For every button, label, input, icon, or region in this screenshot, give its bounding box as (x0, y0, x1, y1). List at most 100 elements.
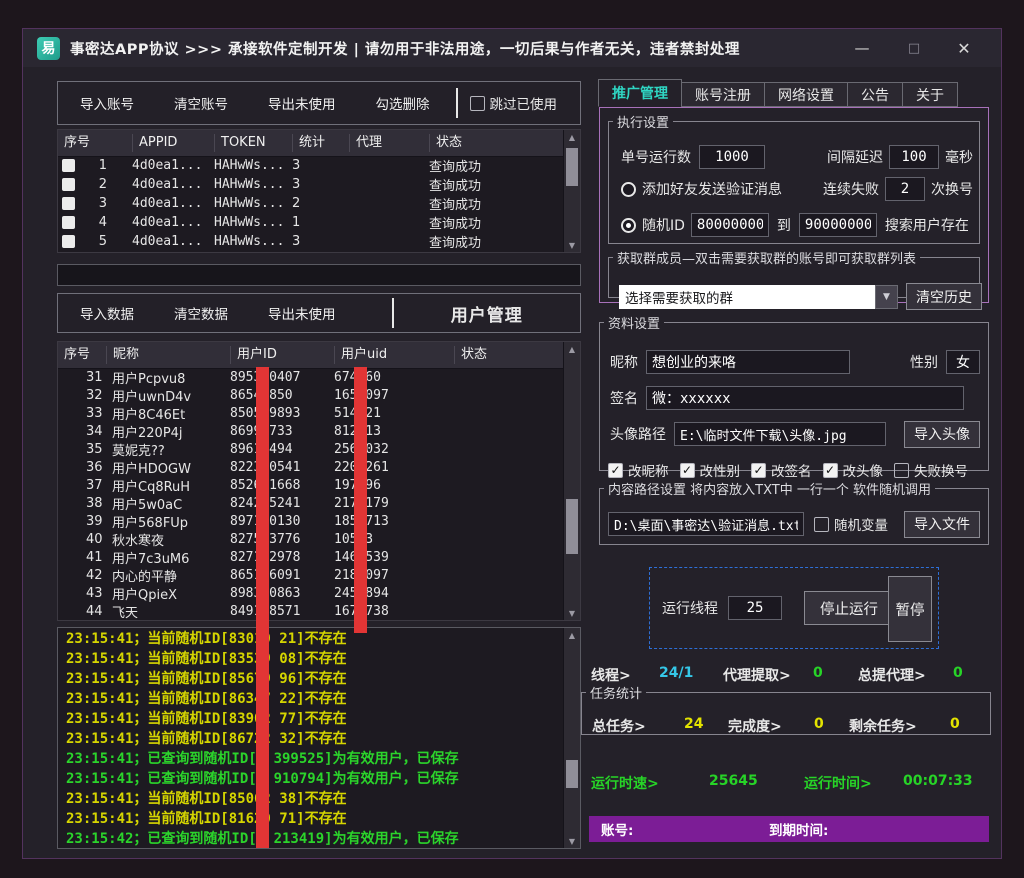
scroll-up-icon[interactable]: ▲ (564, 342, 580, 356)
row-checkbox[interactable] (62, 178, 75, 191)
column-header[interactable]: APPID (132, 134, 214, 152)
account-row[interactable]: 2 4d0ea1... HAHwWs... 3 查询成功 (58, 175, 563, 194)
skip-used-checkbox[interactable]: 跳过已使用 (470, 93, 558, 113)
profile-checkbox-0[interactable]: ✓ 改昵称 (608, 460, 669, 480)
random-to-input[interactable] (799, 213, 877, 237)
profile-checkbox-3[interactable]: ✓ 改头像 (823, 460, 884, 480)
user-row[interactable]: 36 用户HDOGW 8223 0541 220 261 (58, 458, 563, 476)
minimize-button[interactable]: — (847, 29, 877, 67)
import-avatar-button[interactable]: 导入头像 (904, 421, 980, 448)
random-from-input[interactable] (691, 213, 769, 237)
user-row[interactable]: 32 用户uwnD4v 8654 850 165 097 (58, 386, 563, 404)
tab-0[interactable]: 推广管理 (598, 79, 682, 107)
column-header[interactable]: TOKEN (214, 134, 292, 152)
progress-field[interactable] (57, 264, 581, 286)
scroll-up-icon[interactable]: ▲ (564, 130, 580, 144)
column-header[interactable]: 状态 (454, 346, 563, 364)
user-row[interactable]: 40 秋水寒夜 8275 3776 105 3 (58, 530, 563, 548)
accounts-button-2[interactable]: 导出未使用 (268, 93, 336, 113)
column-header[interactable]: 用户ID (230, 346, 334, 364)
group-select[interactable]: 选择需要获取的群 (619, 285, 875, 309)
user-row[interactable]: 39 用户568FUp 8971 0130 185 713 (58, 512, 563, 530)
random-id-radio[interactable] (621, 218, 636, 233)
thread-count-input[interactable] (728, 596, 782, 620)
profile-checkbox-1[interactable]: ✓ 改性别 (680, 460, 741, 480)
random-var-checkbox[interactable]: 随机变量 (814, 514, 888, 534)
column-header[interactable]: 代理 (349, 134, 429, 152)
titlebar[interactable]: 易 事密达APP协议 >>> 承接软件定制开发 | 请勿用于非法用途，一切后果与… (23, 29, 1001, 67)
user-row[interactable]: 41 用户7c3uM6 8271 2978 146 539 (58, 548, 563, 566)
user-row[interactable]: 38 用户5w0aC 8242 5241 217 179 (58, 494, 563, 512)
fail-count-input[interactable] (885, 177, 925, 201)
account-row[interactable]: 5 4d0ea1... HAHwWs... 3 查询成功 (58, 232, 563, 251)
user-row[interactable]: 35 莫妮克?? 8961 494 256 032 (58, 440, 563, 458)
close-button[interactable]: ✕ (949, 29, 979, 67)
account-row[interactable]: 4 4d0ea1... HAHwWs... 1 查询成功 (58, 213, 563, 232)
log-scrollbar[interactable]: ▲ ▼ (563, 628, 580, 848)
users-button-2[interactable]: 导出未使用 (268, 303, 336, 323)
log-output[interactable]: 23:15:41；当前随机ID[83010 21]不存在23:15:41；当前随… (57, 627, 581, 849)
user-row[interactable]: 44 飞天 8491 8571 167 738 (58, 602, 563, 620)
dropdown-arrow-icon[interactable]: ▼ (875, 285, 898, 309)
row-checkbox[interactable] (62, 159, 75, 172)
row-checkbox[interactable] (62, 216, 75, 229)
user-row[interactable]: 42 内心的平静 8651 6091 218 097 (58, 566, 563, 584)
accounts-scrollbar[interactable]: ▲ ▼ (563, 130, 580, 252)
checkbox-icon[interactable] (814, 517, 829, 532)
tab-2[interactable]: 网络设置 (764, 82, 848, 107)
account-row[interactable]: 3 4d0ea1... HAHwWs... 2 查询成功 (58, 194, 563, 213)
checkbox-icon[interactable] (470, 96, 485, 111)
user-row[interactable]: 37 用户Cq8RuH 8526 1668 197 96 (58, 476, 563, 494)
accounts-button-3[interactable]: 勾选删除 (376, 93, 430, 113)
profile-checkbox-2[interactable]: ✓ 改签名 (751, 460, 812, 480)
user-row[interactable]: 31 用户Pcpvu8 8953 0407 674 60 (58, 368, 563, 386)
users-scrollbar[interactable]: ▲ ▼ (563, 342, 580, 620)
scroll-track[interactable] (564, 642, 580, 834)
tab-4[interactable]: 关于 (902, 82, 958, 107)
pause-button[interactable]: 暂停 (888, 576, 932, 642)
content-path-input[interactable] (608, 512, 804, 536)
avatar-path-input[interactable] (674, 422, 886, 446)
users-button-0[interactable]: 导入数据 (80, 303, 134, 323)
row-checkbox[interactable] (62, 197, 75, 210)
profile-checkbox-4[interactable]: 失败换号 (894, 460, 968, 480)
row-checkbox[interactable] (62, 235, 75, 248)
signature-input[interactable] (646, 386, 964, 410)
column-header[interactable]: 状态 (429, 134, 563, 152)
gender-input[interactable] (946, 350, 980, 374)
column-header[interactable]: 统计 (292, 134, 349, 152)
column-header[interactable]: 序号 (58, 346, 106, 364)
account-row[interactable]: 1 4d0ea1... HAHwWs... 3 查询成功 (58, 156, 563, 175)
clear-history-button[interactable]: 清空历史 (906, 283, 982, 310)
column-header[interactable]: 用户uid (334, 346, 454, 364)
nickname-input[interactable] (646, 350, 850, 374)
scroll-thumb[interactable] (566, 499, 578, 554)
scroll-down-icon[interactable]: ▼ (564, 606, 580, 620)
user-manager-title[interactable]: 用户管理 (394, 301, 581, 326)
checkbox-icon[interactable]: ✓ (608, 463, 623, 478)
tab-3[interactable]: 公告 (847, 82, 903, 107)
user-row[interactable]: 43 用户QpieX 8983 0863 245 894 (58, 584, 563, 602)
column-header[interactable]: 序号 (58, 134, 132, 152)
scroll-down-icon[interactable]: ▼ (564, 834, 580, 848)
run-count-input[interactable] (699, 145, 765, 169)
scroll-track[interactable] (564, 144, 580, 238)
users-button-1[interactable]: 清空数据 (174, 303, 228, 323)
scroll-thumb[interactable] (566, 148, 578, 186)
checkbox-icon[interactable]: ✓ (680, 463, 695, 478)
scroll-track[interactable] (564, 356, 580, 606)
accounts-button-1[interactable]: 清空账号 (174, 93, 228, 113)
checkbox-icon[interactable]: ✓ (823, 463, 838, 478)
scroll-up-icon[interactable]: ▲ (564, 628, 580, 642)
stop-button[interactable]: 停止运行 (804, 591, 894, 625)
accounts-button-0[interactable]: 导入账号 (80, 93, 134, 113)
maximize-button[interactable]: □ (899, 29, 929, 67)
delay-input[interactable] (889, 145, 939, 169)
user-row[interactable]: 34 用户220P4j 8699 733 812 13 (58, 422, 563, 440)
checkbox-icon[interactable]: ✓ (751, 463, 766, 478)
scroll-thumb[interactable] (566, 760, 578, 788)
user-row[interactable]: 33 用户8C46Et 8505 9893 514 21 (58, 404, 563, 422)
account-row[interactable]: 6 4d0ea1... HAHwWs... 2 查询成功 (58, 251, 563, 252)
import-file-button[interactable]: 导入文件 (904, 511, 980, 538)
tab-1[interactable]: 账号注册 (681, 82, 765, 107)
